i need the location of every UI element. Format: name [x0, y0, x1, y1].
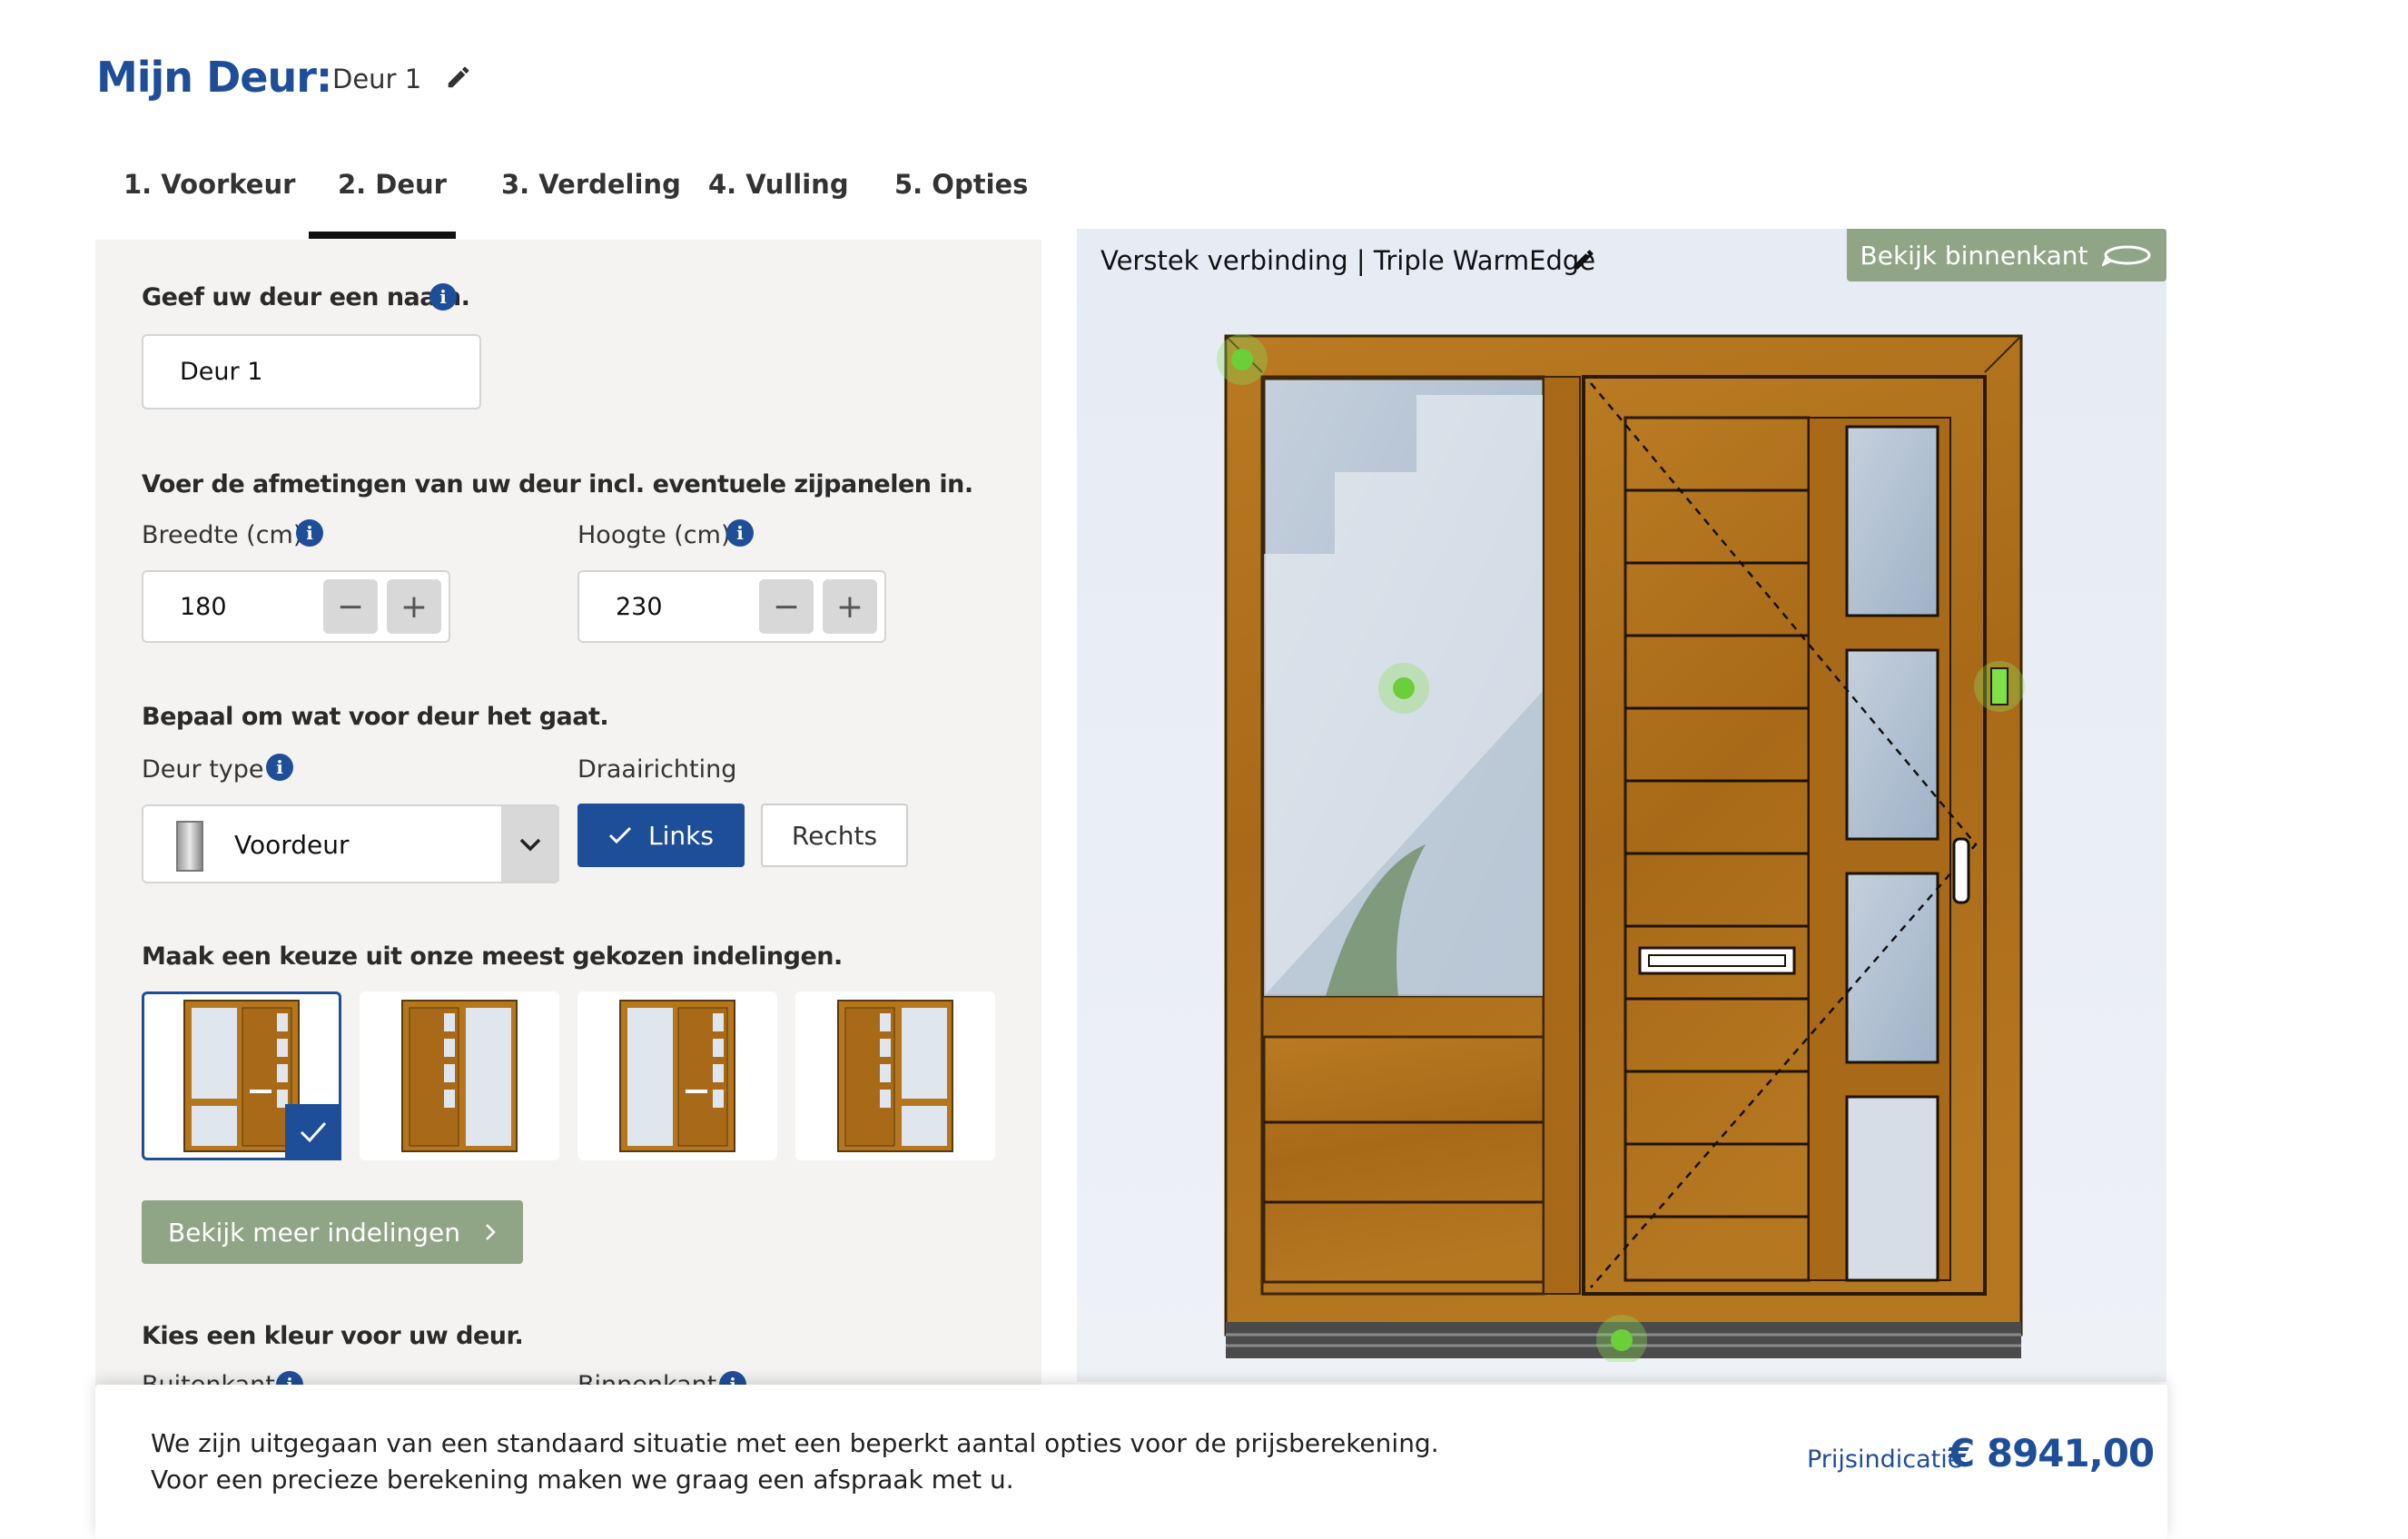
- door-thumbnail-icon: [176, 821, 203, 872]
- type-section-label: Bepaal om wat voor deur het gaat.: [142, 703, 609, 731]
- page-title: Mijn Deur:: [96, 53, 332, 102]
- door-name: Deur 1: [332, 64, 422, 94]
- price-note: We zijn uitgegaan van een standaard situ…: [151, 1428, 1439, 1495]
- door-type-value: Voordeur: [234, 830, 350, 860]
- tab-vulling[interactable]: 4. Vulling: [708, 169, 849, 200]
- height-label: Hoogte (cm): [577, 521, 731, 549]
- swing-left-button[interactable]: Links: [577, 804, 745, 867]
- door-type-label: Deur type: [142, 755, 264, 784]
- layout-option[interactable]: [577, 991, 777, 1160]
- rotate-icon: [2102, 245, 2151, 267]
- layout-preview-icon: [837, 1000, 953, 1152]
- swing-right-button[interactable]: Rechts: [761, 804, 908, 867]
- layout-option[interactable]: [142, 991, 341, 1160]
- height-increment-button[interactable]: +: [823, 579, 877, 634]
- door-drawing: [1217, 334, 2025, 1362]
- name-label: Geef uw deur een naam.: [142, 283, 470, 311]
- info-icon[interactable]: i: [296, 519, 323, 547]
- door-name-input[interactable]: Deur 1: [142, 334, 481, 409]
- price-label: Prijsindicatie: [1807, 1445, 1963, 1474]
- width-value: 180: [180, 592, 227, 621]
- edit-name-icon[interactable]: [445, 64, 472, 91]
- door-type-select[interactable]: Voordeur: [142, 804, 559, 883]
- width-increment-button[interactable]: +: [387, 579, 441, 634]
- color-label: Kies een kleur voor uw deur.: [142, 1322, 524, 1350]
- glazing-label: Verstek verbinding | Triple WarmEdge: [1100, 245, 1596, 276]
- check-icon: [608, 826, 632, 844]
- layout-preview-icon: [619, 1000, 735, 1152]
- edit-glazing-icon[interactable]: [1571, 247, 1598, 274]
- width-decrement-button[interactable]: −: [323, 579, 378, 634]
- tab-verdeling[interactable]: 3. Verdeling: [501, 169, 681, 200]
- tab-voorkeur[interactable]: 1. Voorkeur: [123, 169, 295, 200]
- layout-preview-icon: [401, 1000, 518, 1152]
- layout-preview-icon: [183, 1000, 300, 1152]
- height-value: 230: [616, 592, 663, 621]
- layout-option[interactable]: [795, 991, 995, 1160]
- width-label: Breedte (cm): [142, 521, 303, 549]
- layout-option[interactable]: [360, 991, 559, 1160]
- dimensions-label: Voer de afmetingen van uw deur incl. eve…: [142, 470, 973, 498]
- chevron-right-icon: [486, 1224, 496, 1240]
- chevron-down-icon[interactable]: [501, 806, 559, 882]
- tab-deur[interactable]: 2. Deur: [338, 169, 447, 200]
- more-layouts-button[interactable]: Bekijk meer indelingen: [142, 1200, 523, 1264]
- info-icon[interactable]: i: [726, 519, 754, 547]
- info-icon[interactable]: i: [266, 754, 293, 781]
- layouts-label: Maak een keuze uit onze meest gekozen in…: [142, 942, 843, 971]
- selected-check-icon: [285, 1104, 341, 1160]
- view-inside-button[interactable]: Bekijk binnenkant: [1847, 229, 2166, 281]
- tab-opties[interactable]: 5. Opties: [894, 169, 1028, 200]
- price-value: € 8941,00: [1949, 1431, 2155, 1475]
- height-decrement-button[interactable]: −: [759, 579, 814, 634]
- info-icon[interactable]: i: [429, 283, 457, 311]
- active-tab-indicator: [309, 232, 456, 239]
- swing-label: Draairichting: [577, 755, 737, 784]
